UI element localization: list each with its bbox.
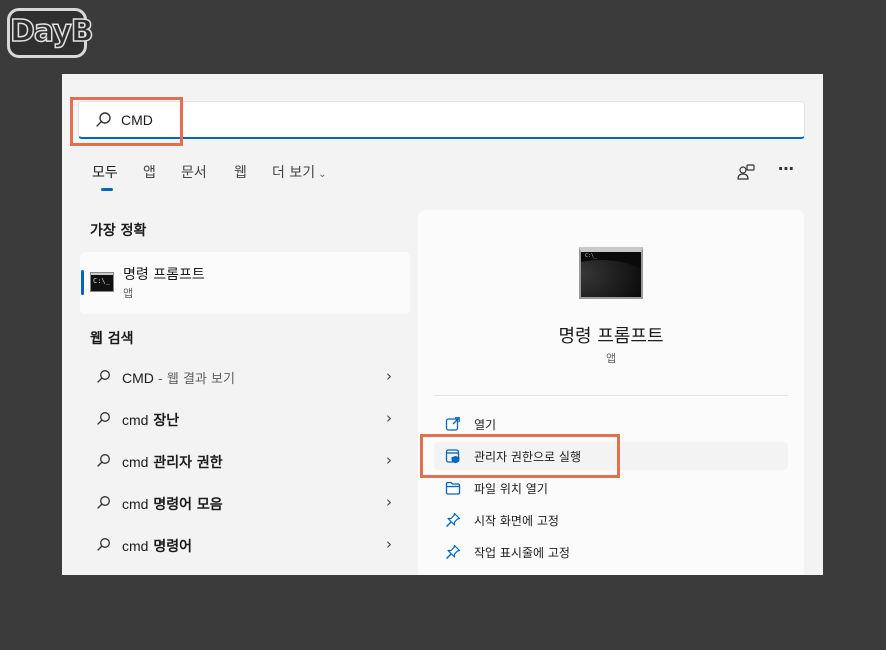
start-search-panel: 모두 앱 문서 웹 더 보기⌄ ⋯ 가장 정확 C:\_ 명령 프롬프트 앱 웹… — [62, 74, 823, 575]
chevron-down-icon: ⌄ — [318, 169, 327, 180]
web-result-term: cmd — [122, 538, 149, 554]
action-open-file-location[interactable]: 파일 위치 열기 — [434, 474, 788, 502]
command-prompt-icon: C:\_ — [90, 272, 114, 292]
open-icon — [445, 417, 460, 431]
chevron-right-icon: › — [386, 451, 392, 469]
action-label: 작업 표시줄에 고정 — [474, 546, 570, 560]
account-switch-icon[interactable] — [735, 162, 757, 184]
web-search-heading: 웹 검색 — [90, 331, 134, 347]
web-result-term: CMD — [122, 370, 154, 386]
action-label: 열기 — [474, 418, 497, 432]
web-result-row[interactable]: cmd 명령어 › — [80, 526, 410, 566]
web-result-term: cmd — [122, 496, 149, 512]
search-icon — [97, 370, 110, 383]
search-icon — [96, 112, 111, 127]
action-label: 파일 위치 열기 — [474, 482, 548, 496]
action-label: 시작 화면에 고정 — [474, 514, 559, 528]
web-result-row[interactable]: CMD - 웹 결과 보기 › — [80, 358, 410, 398]
chevron-right-icon: › — [386, 535, 392, 553]
web-result-term: cmd — [122, 454, 149, 470]
divider — [434, 395, 788, 396]
command-prompt-icon: C:\_ — [579, 247, 643, 299]
selection-indicator — [81, 270, 84, 295]
action-open[interactable]: 열기 — [434, 410, 788, 438]
tab-web[interactable]: 웹 — [234, 162, 247, 182]
tab-all[interactable]: 모두 — [92, 162, 118, 182]
tab-apps[interactable]: 앱 — [143, 162, 156, 182]
search-icon — [97, 454, 110, 467]
action-pin-to-taskbar[interactable]: 작업 표시줄에 고정 — [434, 538, 788, 566]
folder-icon — [445, 481, 461, 495]
active-tab-indicator — [101, 188, 113, 191]
preview-app-name: 명령 프롬프트 — [558, 326, 664, 347]
preview-app-type: 앱 — [605, 352, 617, 365]
best-match-heading: 가장 정확 — [90, 223, 147, 239]
web-result-suffix: 장난 — [148, 413, 180, 429]
web-result-row[interactable]: cmd 명령어 모음 › — [80, 484, 410, 524]
action-pin-to-start[interactable]: 시작 화면에 고정 — [434, 506, 788, 534]
search-icon — [97, 496, 110, 509]
tab-more[interactable]: 더 보기 ⌄ — [272, 162, 326, 182]
web-result-term: cmd — [122, 412, 149, 428]
search-box[interactable] — [78, 101, 805, 139]
best-match-item[interactable]: C:\_ 명령 프롬프트 앱 — [80, 252, 410, 314]
search-icon — [97, 538, 110, 551]
action-run-as-admin[interactable]: 관리자 권한으로 실행 — [434, 442, 788, 470]
more-options-icon[interactable]: ⋯ — [775, 159, 797, 181]
chevron-right-icon: › — [386, 367, 392, 385]
tab-documents[interactable]: 문서 — [181, 162, 207, 182]
app-preview-pane: C:\_ 명령 프롬프트 앱 열기 관리자 권한으로 실행 파일 위치 열기 시… — [418, 210, 804, 575]
watermark-logo: DayB — [7, 8, 94, 58]
web-result-suffix: 명령어 모음 — [148, 497, 223, 513]
action-label: 관리자 권한으로 실행 — [474, 450, 581, 464]
web-result-suffix: - 웹 결과 보기 — [153, 372, 235, 387]
pin-icon — [446, 544, 461, 559]
pin-icon — [446, 512, 461, 527]
web-result-suffix: 명령어 — [148, 539, 192, 555]
web-result-row[interactable]: cmd 장난 › — [80, 400, 410, 440]
web-result-suffix: 관리자 권한 — [148, 455, 223, 471]
best-match-name: 명령 프롬프트 — [123, 267, 205, 283]
web-result-row[interactable]: cmd 관리자 권한 › — [80, 442, 410, 482]
search-input[interactable] — [121, 109, 721, 131]
chevron-right-icon: › — [386, 409, 392, 427]
best-match-type: 앱 — [123, 287, 134, 300]
run-as-admin-icon — [445, 449, 460, 464]
search-icon — [97, 412, 110, 425]
chevron-right-icon: › — [386, 493, 392, 511]
